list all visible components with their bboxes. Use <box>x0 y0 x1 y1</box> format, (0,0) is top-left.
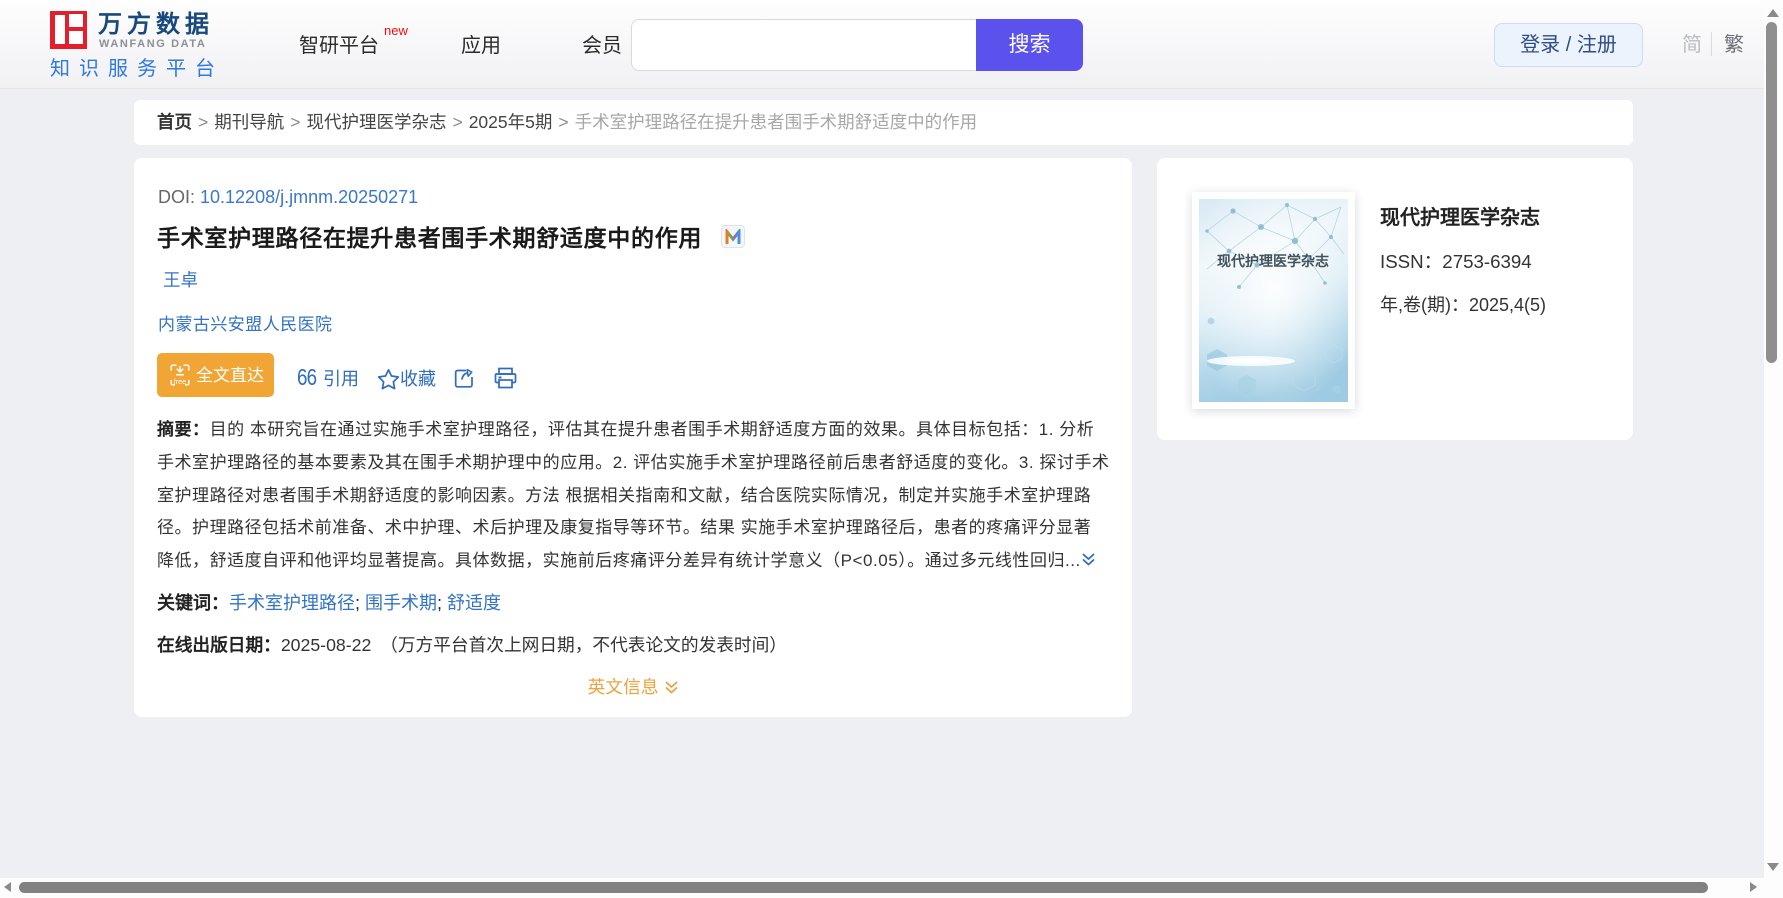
svg-text:现代护理医学杂志: 现代护理医学杂志 <box>1217 253 1329 269</box>
svg-text:free: free <box>174 377 186 386</box>
